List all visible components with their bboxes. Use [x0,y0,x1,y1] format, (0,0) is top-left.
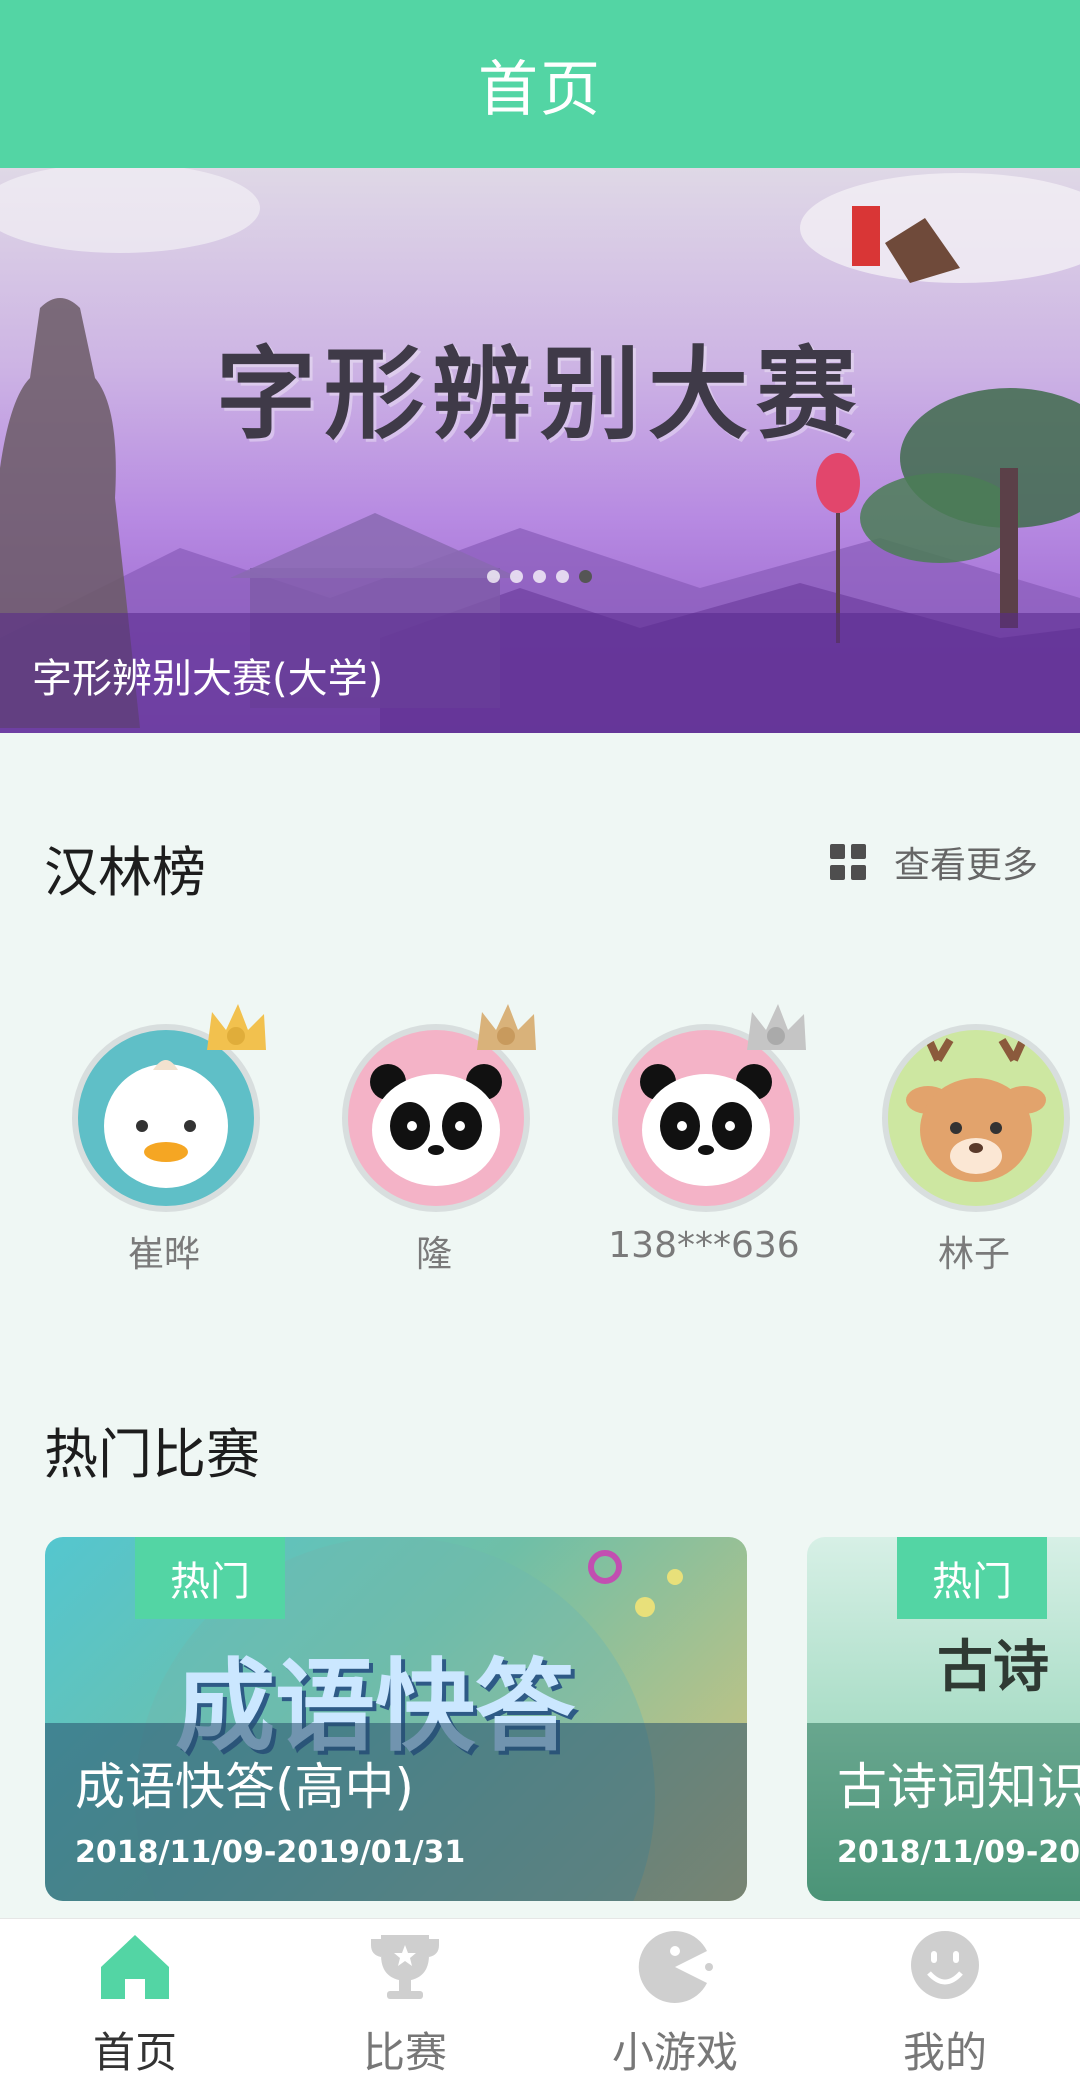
nav-matches[interactable]: 比赛 [270,1919,540,2089]
leaderboard-title: 汉林榜 [44,841,206,904]
crown-bronze-icon [477,1004,536,1050]
smiley-icon [911,1931,979,1999]
banner-carousel[interactable]: 字形辨别大赛 字形辨别大赛(大学) [0,168,1080,733]
hot-tag: 热门 [135,1537,285,1619]
hot-matches-title: 热门比赛 [44,1423,260,1486]
trophy-icon [371,1935,439,1999]
carousel-dot [510,570,523,583]
match-title: 成语快答(高中) [75,1758,415,1816]
card-art-text: 古诗 [937,1634,1049,1700]
carousel-dot [556,570,569,583]
game-icon [638,1931,713,2003]
view-more-button[interactable]: 查看更多 [829,836,1038,888]
nav-matches-label: 比赛 [362,2028,447,2077]
page-title: 首页 [478,54,602,125]
carousel-dot [487,570,500,583]
carousel-dot [533,570,546,583]
bottom-navigation: 首页 比赛 小游戏 我的 [0,1918,1080,2089]
crown-gold-icon [207,1004,266,1050]
nav-mini-games[interactable]: 小游戏 [540,1919,810,2089]
match-title: 古诗词知识 [837,1758,1080,1816]
nav-me-label: 我的 [902,2028,987,2077]
grid-icon [829,844,866,880]
home-icon [101,1935,169,1999]
carousel-indicator [487,570,592,583]
nav-mini-games-label: 小游戏 [611,2028,738,2077]
ranker-name: 138***636 [608,1225,800,1266]
ranker-name: 崔晔 [127,1234,200,1275]
banner-headline: 字形辨别大赛 [216,336,864,453]
nav-home-label: 首页 [92,2028,177,2077]
match-date-range: 2018/11/09-2019/01/31 [837,1835,1080,1870]
match-card[interactable]: 成语快答 热门 成语快答(高中) 2018/11/09-2019/01/31 [45,1537,747,1901]
top-app-bar: 首页 [0,0,1080,168]
ranker-name: 隆 [415,1234,452,1275]
banner-caption: 字形辨别大赛(大学) [32,656,384,702]
match-date-range: 2018/11/09-2019/01/31 [75,1835,466,1870]
view-more-label: 查看更多 [893,845,1038,886]
ranker-name: 林子 [937,1234,1010,1275]
deer-avatar [882,1024,1070,1212]
nav-home[interactable]: 首页 [0,1919,270,2089]
crown-silver-icon [747,1004,806,1050]
nav-me[interactable]: 我的 [810,1919,1080,2089]
match-card[interactable]: 古诗 热门 古诗词知识 2018/11/09-2019/01/31 [807,1537,1080,1901]
leaderboard-list: 崔晔 隆 138***636 林子 [0,1000,1080,1300]
hot-tag: 热门 [897,1537,1047,1619]
carousel-dot-active [579,570,592,583]
